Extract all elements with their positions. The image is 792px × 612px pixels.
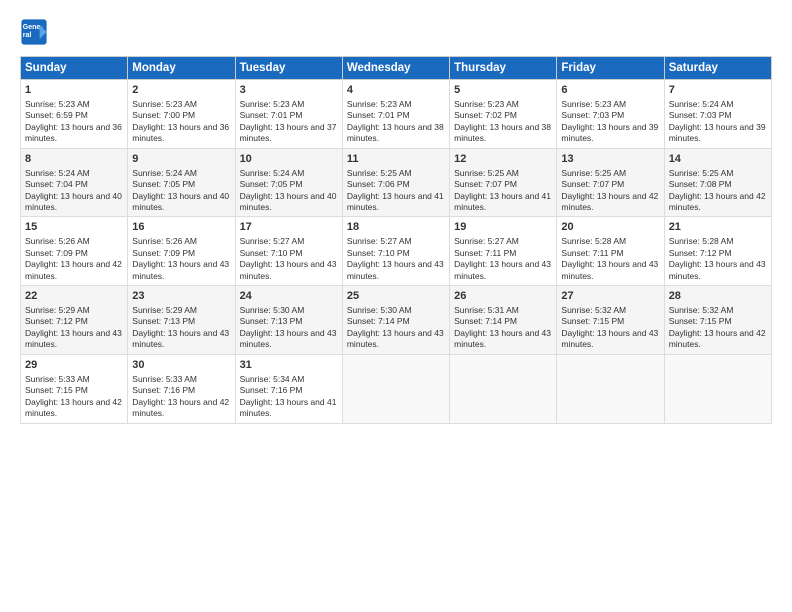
page: Gene- ral SundayMondayTuesdayWednesdayTh… [0,0,792,612]
calendar-cell: 23Sunrise: 5:29 AMSunset: 7:13 PMDayligh… [128,286,235,355]
calendar-cell: 29Sunrise: 5:33 AMSunset: 7:15 PMDayligh… [21,354,128,423]
calendar-cell: 30Sunrise: 5:33 AMSunset: 7:16 PMDayligh… [128,354,235,423]
calendar-cell: 24Sunrise: 5:30 AMSunset: 7:13 PMDayligh… [235,286,342,355]
header: Gene- ral [20,18,772,46]
day-number: 4 [347,83,445,98]
week-row-3: 15Sunrise: 5:26 AMSunset: 7:09 PMDayligh… [21,217,772,286]
calendar-cell: 22Sunrise: 5:29 AMSunset: 7:12 PMDayligh… [21,286,128,355]
calendar-cell: 18Sunrise: 5:27 AMSunset: 7:10 PMDayligh… [342,217,449,286]
day-number: 28 [669,289,767,304]
day-number: 15 [25,220,123,235]
logo: Gene- ral [20,18,52,46]
week-row-5: 29Sunrise: 5:33 AMSunset: 7:15 PMDayligh… [21,354,772,423]
day-number: 1 [25,83,123,98]
day-number: 14 [669,152,767,167]
calendar-cell: 28Sunrise: 5:32 AMSunset: 7:15 PMDayligh… [664,286,771,355]
calendar-cell: 31Sunrise: 5:34 AMSunset: 7:16 PMDayligh… [235,354,342,423]
calendar-cell: 3Sunrise: 5:23 AMSunset: 7:01 PMDaylight… [235,80,342,149]
col-header-monday: Monday [128,57,235,80]
day-number: 8 [25,152,123,167]
day-number: 6 [561,83,659,98]
day-number: 7 [669,83,767,98]
calendar-cell: 20Sunrise: 5:28 AMSunset: 7:11 PMDayligh… [557,217,664,286]
calendar-cell: 15Sunrise: 5:26 AMSunset: 7:09 PMDayligh… [21,217,128,286]
calendar-cell [342,354,449,423]
calendar-cell: 12Sunrise: 5:25 AMSunset: 7:07 PMDayligh… [450,148,557,217]
calendar-cell: 25Sunrise: 5:30 AMSunset: 7:14 PMDayligh… [342,286,449,355]
calendar-cell: 9Sunrise: 5:24 AMSunset: 7:05 PMDaylight… [128,148,235,217]
calendar-cell [557,354,664,423]
header-row: SundayMondayTuesdayWednesdayThursdayFrid… [21,57,772,80]
calendar-cell: 6Sunrise: 5:23 AMSunset: 7:03 PMDaylight… [557,80,664,149]
day-number: 29 [25,358,123,373]
day-number: 30 [132,358,230,373]
day-number: 17 [240,220,338,235]
calendar-table: SundayMondayTuesdayWednesdayThursdayFrid… [20,56,772,424]
calendar-cell: 4Sunrise: 5:23 AMSunset: 7:01 PMDaylight… [342,80,449,149]
calendar-cell: 10Sunrise: 5:24 AMSunset: 7:05 PMDayligh… [235,148,342,217]
day-number: 25 [347,289,445,304]
day-number: 21 [669,220,767,235]
svg-text:ral: ral [23,32,32,39]
logo-icon: Gene- ral [20,18,48,46]
calendar-cell [664,354,771,423]
day-number: 10 [240,152,338,167]
day-number: 19 [454,220,552,235]
calendar-cell: 11Sunrise: 5:25 AMSunset: 7:06 PMDayligh… [342,148,449,217]
day-number: 2 [132,83,230,98]
col-header-tuesday: Tuesday [235,57,342,80]
calendar-cell: 5Sunrise: 5:23 AMSunset: 7:02 PMDaylight… [450,80,557,149]
week-row-4: 22Sunrise: 5:29 AMSunset: 7:12 PMDayligh… [21,286,772,355]
calendar-cell: 16Sunrise: 5:26 AMSunset: 7:09 PMDayligh… [128,217,235,286]
col-header-wednesday: Wednesday [342,57,449,80]
day-number: 22 [25,289,123,304]
day-number: 9 [132,152,230,167]
calendar-cell: 19Sunrise: 5:27 AMSunset: 7:11 PMDayligh… [450,217,557,286]
day-number: 23 [132,289,230,304]
day-number: 18 [347,220,445,235]
calendar-cell: 13Sunrise: 5:25 AMSunset: 7:07 PMDayligh… [557,148,664,217]
col-header-sunday: Sunday [21,57,128,80]
col-header-friday: Friday [557,57,664,80]
calendar-cell: 2Sunrise: 5:23 AMSunset: 7:00 PMDaylight… [128,80,235,149]
col-header-thursday: Thursday [450,57,557,80]
calendar-cell: 1Sunrise: 5:23 AMSunset: 6:59 PMDaylight… [21,80,128,149]
calendar-cell: 17Sunrise: 5:27 AMSunset: 7:10 PMDayligh… [235,217,342,286]
day-number: 26 [454,289,552,304]
day-number: 3 [240,83,338,98]
calendar-cell: 14Sunrise: 5:25 AMSunset: 7:08 PMDayligh… [664,148,771,217]
calendar-cell: 26Sunrise: 5:31 AMSunset: 7:14 PMDayligh… [450,286,557,355]
day-number: 20 [561,220,659,235]
day-number: 31 [240,358,338,373]
day-number: 24 [240,289,338,304]
col-header-saturday: Saturday [664,57,771,80]
day-number: 16 [132,220,230,235]
calendar-cell: 27Sunrise: 5:32 AMSunset: 7:15 PMDayligh… [557,286,664,355]
calendar-cell: 8Sunrise: 5:24 AMSunset: 7:04 PMDaylight… [21,148,128,217]
day-number: 12 [454,152,552,167]
week-row-2: 8Sunrise: 5:24 AMSunset: 7:04 PMDaylight… [21,148,772,217]
calendar-cell: 21Sunrise: 5:28 AMSunset: 7:12 PMDayligh… [664,217,771,286]
day-number: 13 [561,152,659,167]
day-number: 27 [561,289,659,304]
calendar-cell [450,354,557,423]
day-number: 5 [454,83,552,98]
week-row-1: 1Sunrise: 5:23 AMSunset: 6:59 PMDaylight… [21,80,772,149]
calendar-cell: 7Sunrise: 5:24 AMSunset: 7:03 PMDaylight… [664,80,771,149]
day-number: 11 [347,152,445,167]
